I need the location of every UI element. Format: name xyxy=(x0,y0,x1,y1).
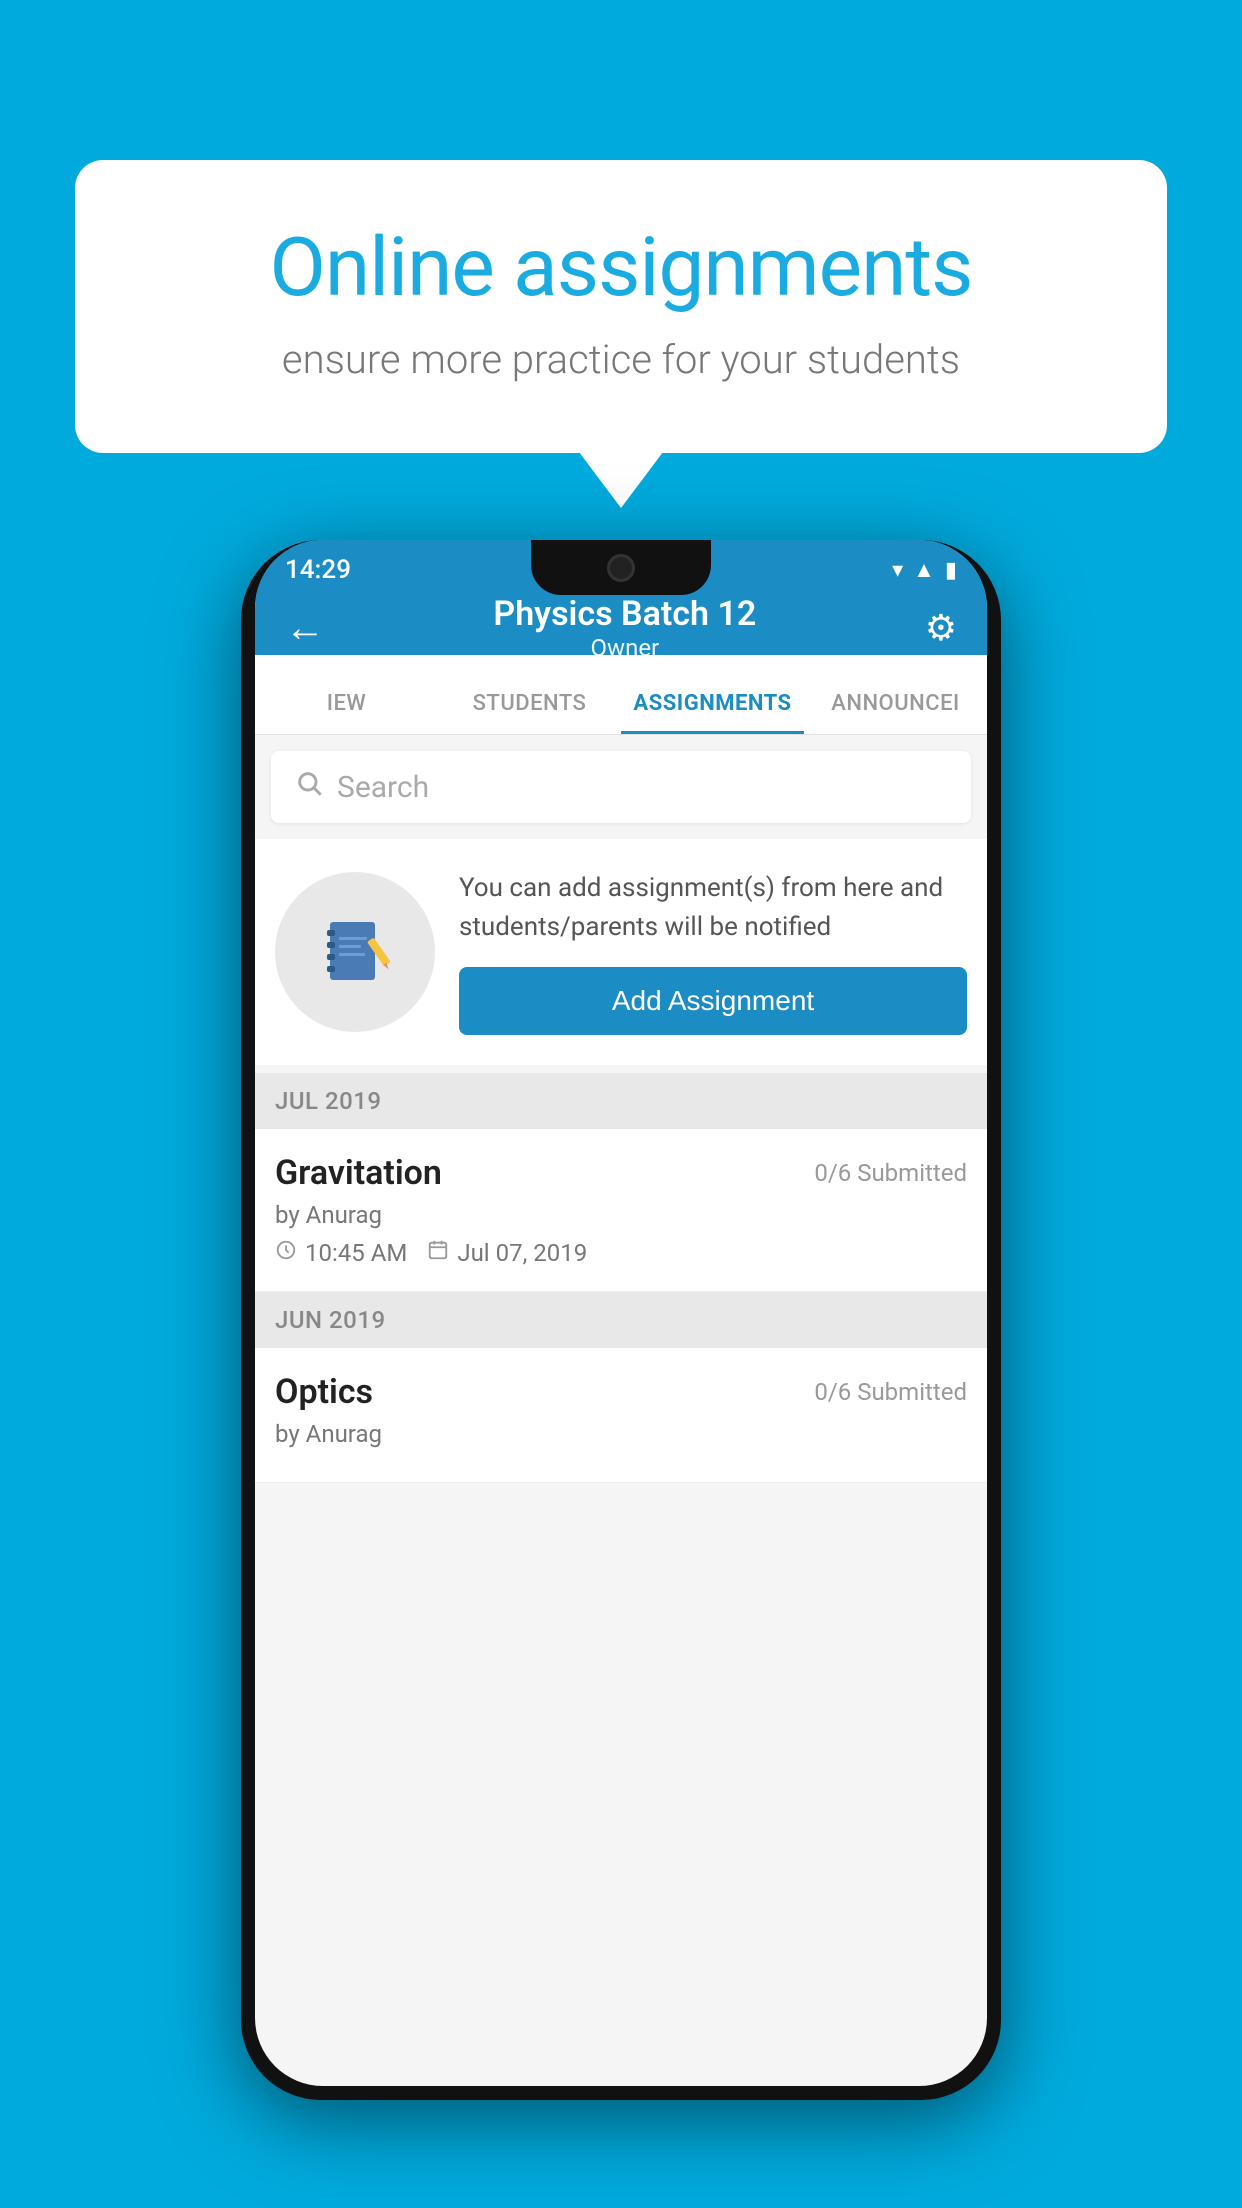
speech-bubble-title: Online assignments xyxy=(145,220,1097,316)
assignment-top-row-optics: Optics 0/6 Submitted xyxy=(275,1372,967,1412)
month-header-jul: JUL 2019 xyxy=(255,1073,987,1129)
assignment-time-value: 10:45 AM xyxy=(305,1239,407,1267)
tab-assignments[interactable]: ASSIGNMENTS xyxy=(621,691,804,734)
speech-bubble-container: Online assignments ensure more practice … xyxy=(75,160,1167,453)
tab-iew[interactable]: IEW xyxy=(255,691,438,734)
assignment-item-gravitation[interactable]: Gravitation 0/6 Submitted by Anurag xyxy=(255,1129,987,1292)
assignment-date-value: Jul 07, 2019 xyxy=(457,1239,587,1267)
assignment-top-row: Gravitation 0/6 Submitted xyxy=(275,1153,967,1193)
tab-students[interactable]: STUDENTS xyxy=(438,691,621,734)
page-subtitle: Owner xyxy=(493,634,756,662)
search-bar[interactable]: Search xyxy=(271,751,971,823)
promo-description: You can add assignment(s) from here and … xyxy=(459,869,967,947)
phone-notch xyxy=(531,540,711,595)
phone-screen: 14:29 ▾ ▲ ▮ ← Physics Batch 12 Owner ⚙ I… xyxy=(255,540,987,2086)
assignment-item-optics[interactable]: Optics 0/6 Submitted by Anurag xyxy=(255,1348,987,1483)
status-time: 14:29 xyxy=(285,555,351,585)
search-icon xyxy=(295,769,323,805)
speech-bubble: Online assignments ensure more practice … xyxy=(75,160,1167,453)
phone-wrapper: 14:29 ▾ ▲ ▮ ← Physics Batch 12 Owner ⚙ I… xyxy=(241,540,1001,2100)
assignment-date: Jul 07, 2019 xyxy=(427,1239,587,1267)
wifi-icon: ▾ xyxy=(892,558,903,583)
assignment-meta: 10:45 AM Jul 07, 201 xyxy=(275,1239,967,1267)
phone-camera xyxy=(607,554,635,582)
back-button[interactable]: ← xyxy=(285,604,325,651)
battery-icon: ▮ xyxy=(945,558,957,583)
clock-icon xyxy=(275,1239,297,1267)
speech-bubble-subtitle: ensure more practice for your students xyxy=(145,336,1097,383)
assignment-by-optics: by Anurag xyxy=(275,1420,967,1448)
assignment-by: by Anurag xyxy=(275,1201,967,1229)
search-placeholder: Search xyxy=(337,770,429,805)
assignment-submitted-optics: 0/6 Submitted xyxy=(814,1378,967,1406)
assignment-name-optics: Optics xyxy=(275,1372,373,1412)
assignment-name: Gravitation xyxy=(275,1153,442,1193)
tab-bar: IEW STUDENTS ASSIGNMENTS ANNOUNCEI xyxy=(255,655,987,735)
add-assignment-button[interactable]: Add Assignment xyxy=(459,967,967,1035)
promo-text: You can add assignment(s) from here and … xyxy=(459,869,967,1035)
assignment-time: 10:45 AM xyxy=(275,1239,407,1267)
settings-button[interactable]: ⚙ xyxy=(925,607,957,649)
tab-announcements[interactable]: ANNOUNCEI xyxy=(804,691,987,734)
notebook-icon xyxy=(315,912,395,992)
calendar-icon xyxy=(427,1239,449,1267)
content-area: Search xyxy=(255,735,987,1483)
phone-frame: 14:29 ▾ ▲ ▮ ← Physics Batch 12 Owner ⚙ I… xyxy=(241,540,1001,2100)
month-header-jun: JUN 2019 xyxy=(255,1292,987,1348)
promo-icon-circle xyxy=(275,872,435,1032)
promo-section: You can add assignment(s) from here and … xyxy=(255,839,987,1065)
signal-icon: ▲ xyxy=(913,557,935,583)
status-icons: ▾ ▲ ▮ xyxy=(892,557,957,583)
header-title-group: Physics Batch 12 Owner xyxy=(493,594,756,662)
assignment-submitted: 0/6 Submitted xyxy=(814,1159,967,1187)
